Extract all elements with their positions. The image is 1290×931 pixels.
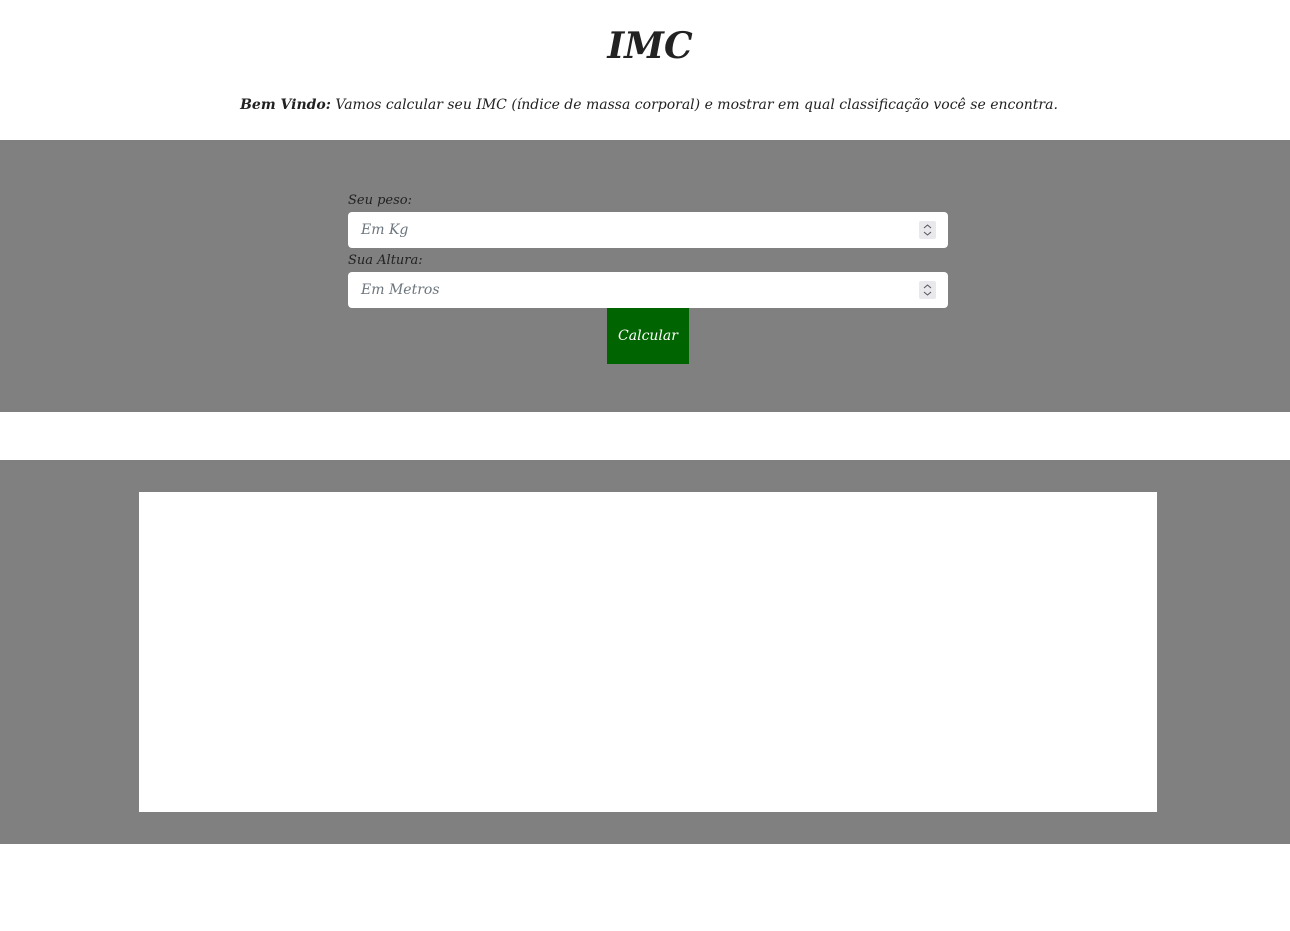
intro-bold-label: Bem Vindo: <box>240 97 331 113</box>
calculator-form: Seu peso: Em Kg Sua Altura: Em Metros Ca… <box>0 140 1290 412</box>
weight-placeholder: Em Kg <box>361 222 409 238</box>
intro-text: Bem Vindo: Vamos calcular seu IMC (índic… <box>0 95 1290 115</box>
weight-label: Seu peso: <box>348 193 412 208</box>
weight-input[interactable]: Em Kg <box>348 212 948 248</box>
height-input[interactable]: Em Metros <box>348 272 948 308</box>
page-header: IMC Bem Vindo: Vamos calcular seu IMC (í… <box>0 0 1290 140</box>
intro-description: Vamos calcular seu IMC (índice de massa … <box>330 97 1058 113</box>
result-section <box>0 460 1290 844</box>
height-label: Sua Altura: <box>348 253 423 268</box>
page-title: IMC <box>607 25 693 67</box>
result-panel <box>139 492 1157 812</box>
height-stepper-icon[interactable] <box>919 281 936 299</box>
calculate-button[interactable]: Calcular <box>607 308 689 364</box>
weight-stepper-icon[interactable] <box>919 221 936 239</box>
height-placeholder: Em Metros <box>361 282 440 298</box>
